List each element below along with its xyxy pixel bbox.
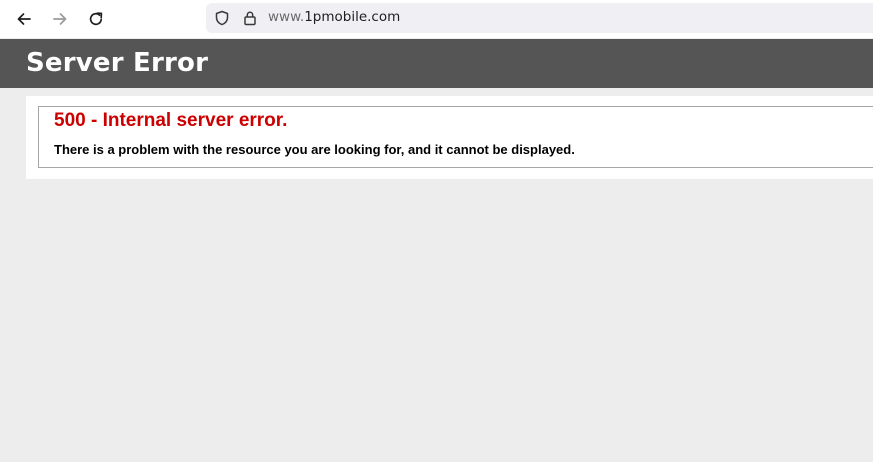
error-message: There is a problem with the resource you… [54,142,575,157]
back-arrow-icon [17,13,31,25]
lock-icon[interactable] [242,10,258,26]
forward-button[interactable] [47,6,73,32]
url-prefix: www. [268,9,305,25]
error-heading: 500 - Internal server error. [54,110,288,131]
page-title: Server Error [26,48,209,78]
page-header: Server Error [0,39,873,88]
url-text[interactable]: www.1pmobile.com [268,9,400,25]
browser-toolbar: www.1pmobile.com [0,0,873,38]
address-bar[interactable]: www.1pmobile.com [206,3,873,33]
reload-button[interactable] [83,6,109,32]
reload-icon [89,12,103,26]
back-button[interactable] [11,6,37,32]
shield-icon[interactable] [214,10,230,26]
error-box: 500 - Internal server error. There is a … [38,106,873,168]
forward-arrow-icon [53,13,67,25]
content-panel: 500 - Internal server error. There is a … [26,96,873,179]
url-host: 1pmobile.com [304,9,401,25]
